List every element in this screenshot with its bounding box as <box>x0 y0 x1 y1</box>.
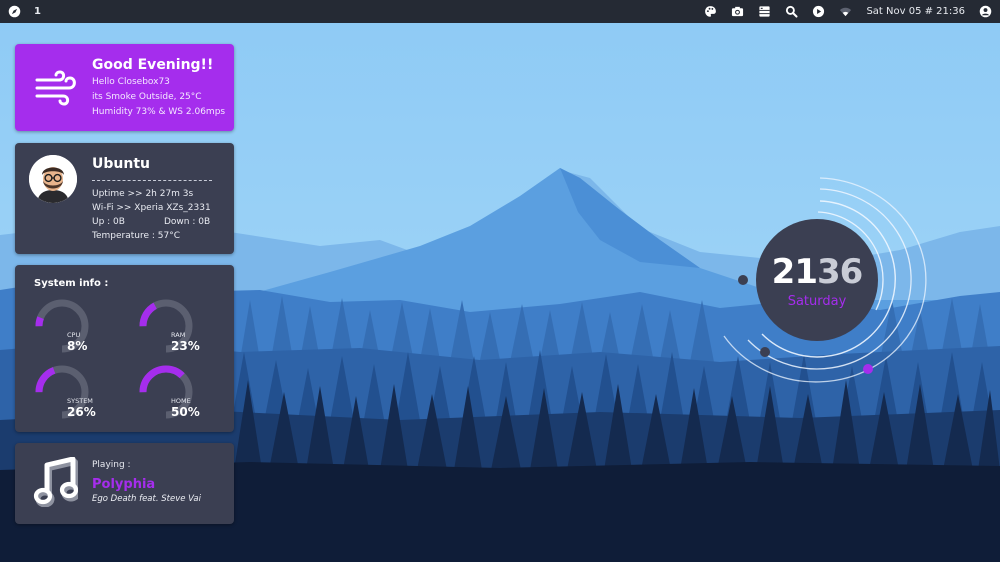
greeting-weather: its Smoke Outside, 25°C <box>92 92 202 102</box>
greeting-title: Good Evening!! <box>92 57 214 73</box>
clock-widget: 2136 Saturday <box>700 170 940 390</box>
gauge-label: SYSTEM <box>67 397 93 405</box>
gauge-label: CPU <box>67 331 81 339</box>
upload-text: Up : 0B <box>92 217 125 227</box>
clock-minutes: 36 <box>817 252 863 292</box>
system-status-widget: Ubuntu Uptime >> 2h 27m 3s Wi-Fi >> Xper… <box>15 143 234 254</box>
playing-label: Playing : <box>92 460 131 470</box>
wifi-icon[interactable] <box>839 5 852 18</box>
top-bar: 1 Sat Nov 05 # 21:36 <box>0 0 1000 23</box>
files-icon[interactable] <box>758 5 771 18</box>
camera-icon[interactable] <box>731 5 744 18</box>
clock-hours: 21 <box>771 252 818 292</box>
clock-day: Saturday <box>787 294 847 309</box>
system-disk-gauge: SYSTEM 26% <box>34 364 96 420</box>
track-title: Ego Death feat. Steve Vai <box>92 494 202 504</box>
compass-icon[interactable] <box>8 5 21 18</box>
gauge-value: 26% <box>67 405 96 419</box>
music-player-widget: Playing : Polyphia Ego Death feat. Steve… <box>15 443 234 524</box>
topbar-clock[interactable]: Sat Nov 05 # 21:36 <box>866 6 965 17</box>
download-text: Down : 0B <box>164 217 211 227</box>
system-info-widget: System info : CPU 8% RAM 23% SYSTEM 26% … <box>15 265 234 432</box>
artist-name: Polyphia <box>92 477 156 492</box>
greeting-hello: Hello Closebox73 <box>92 77 170 87</box>
clock-time: 2136 <box>757 252 877 292</box>
divider <box>92 180 212 181</box>
play-icon[interactable] <box>812 5 825 18</box>
temperature-text: Temperature : 57°C <box>92 231 181 241</box>
cpu-gauge: CPU 8% <box>34 298 90 354</box>
avatar <box>29 155 77 203</box>
wifi-text: Wi-Fi >> Xperia XZs_2331 <box>92 203 211 213</box>
uptime-text: Uptime >> 2h 27m 3s <box>92 189 194 199</box>
gauge-value: 23% <box>171 339 200 353</box>
ram-gauge: RAM 23% <box>138 298 200 354</box>
os-name: Ubuntu <box>92 156 150 172</box>
gauge-value: 8% <box>67 339 88 353</box>
system-info-header: System info : <box>34 278 109 289</box>
workspace-indicator[interactable]: 1 <box>34 6 41 17</box>
wind-icon <box>35 70 76 106</box>
user-icon[interactable] <box>979 5 992 18</box>
music-note-icon <box>33 457 78 507</box>
gauge-value: 50% <box>171 405 200 419</box>
home-disk-gauge: HOME 50% <box>138 364 200 420</box>
greeting-humidity: Humidity 73% & WS 2.06mps <box>92 107 226 117</box>
search-icon[interactable] <box>785 5 798 18</box>
palette-icon[interactable] <box>704 5 717 18</box>
gauge-label: HOME <box>171 397 191 405</box>
gauge-label: RAM <box>171 331 186 339</box>
greeting-widget: Good Evening!! Hello Closebox73 its Smok… <box>15 44 234 131</box>
